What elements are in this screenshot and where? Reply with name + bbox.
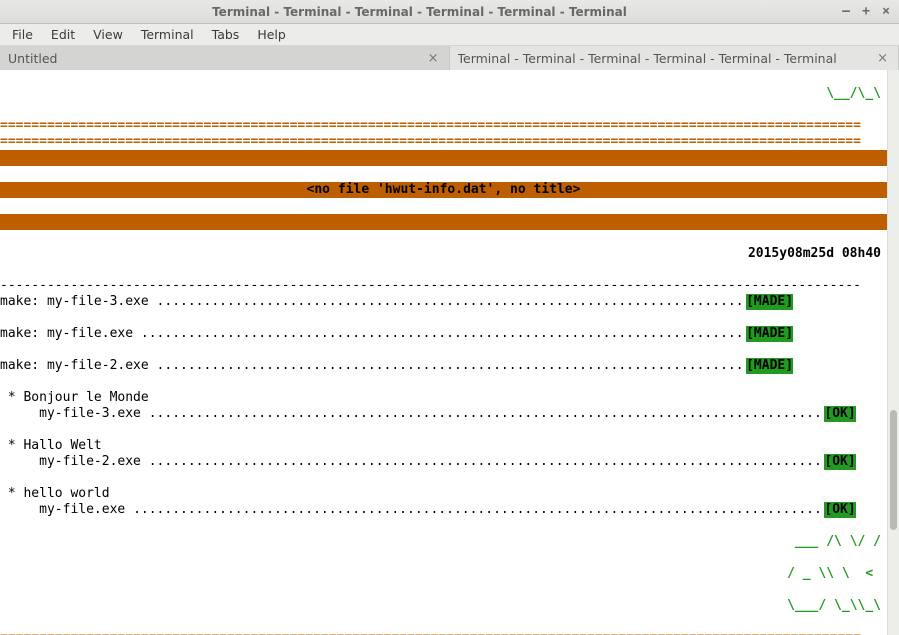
dots xyxy=(141,326,746,342)
divider: ========================================… xyxy=(0,134,861,149)
window-title: Terminal - Terminal - Terminal - Termina… xyxy=(6,5,833,19)
banner-title: <no file 'hwut-info.dat', no title> xyxy=(0,182,887,198)
dots xyxy=(149,454,825,470)
close-icon[interactable]: × xyxy=(426,51,441,66)
divider: ----------------------------------------… xyxy=(0,278,861,293)
status-badge: [MADE] xyxy=(746,326,793,342)
close-icon[interactable]: × xyxy=(875,51,890,66)
tab-untitled[interactable]: Untitled × xyxy=(0,46,450,70)
tab-terminal[interactable]: Terminal - Terminal - Terminal - Termina… xyxy=(450,46,899,70)
tab-label: Terminal - Terminal - Terminal - Termina… xyxy=(458,51,876,66)
ascii-art: \___/ \_\\_\ xyxy=(0,598,887,614)
menu-view[interactable]: View xyxy=(85,25,131,44)
test-row: my-file-3.exe [OK] xyxy=(0,406,887,422)
window-close-button[interactable]: × xyxy=(879,5,893,19)
menu-help[interactable]: Help xyxy=(249,25,294,44)
dots xyxy=(133,502,824,518)
status-badge: [OK] xyxy=(824,406,855,422)
dots xyxy=(149,406,825,422)
timestamp: 2015y08m25d 08h40 xyxy=(0,246,887,262)
window-minimize-button[interactable]: – xyxy=(839,5,853,19)
test-file: my-file.exe xyxy=(0,502,133,518)
status-badge: [OK] xyxy=(824,502,855,518)
test-title: * hello world xyxy=(0,486,110,501)
status-badge: [MADE] xyxy=(746,294,793,310)
make-row: make: my-file-3.exe [MADE] xyxy=(0,294,887,310)
terminal-output[interactable]: \__/\_\ ================================… xyxy=(0,70,887,635)
divider: ========================================… xyxy=(0,630,861,635)
test-title: * Hallo Welt xyxy=(0,438,102,453)
banner xyxy=(0,214,887,230)
scrollbar-thumb[interactable] xyxy=(890,410,897,530)
menu-terminal[interactable]: Terminal xyxy=(133,25,202,44)
status-badge: [OK] xyxy=(824,454,855,470)
test-title: * Bonjour le Monde xyxy=(0,390,149,405)
menu-edit[interactable]: Edit xyxy=(43,25,83,44)
dots xyxy=(157,358,747,374)
make-row: make: my-file.exe [MADE] xyxy=(0,326,887,342)
make-label: make: my-file-2.exe xyxy=(0,358,157,374)
test-row: my-file.exe [OK] xyxy=(0,502,887,518)
scrollbar-vertical[interactable] xyxy=(887,70,899,635)
status-badge: [MADE] xyxy=(746,358,793,374)
menu-file[interactable]: File xyxy=(4,25,41,44)
window-titlebar: Terminal - Terminal - Terminal - Termina… xyxy=(0,0,899,24)
tabbar: Untitled × Terminal - Terminal - Termina… xyxy=(0,46,899,70)
make-label: make: my-file.exe xyxy=(0,326,141,342)
ascii-art: / _ \\ \ < xyxy=(0,566,887,582)
ascii-art: \__/\_\ xyxy=(0,86,887,102)
menubar: File Edit View Terminal Tabs Help xyxy=(0,24,899,46)
banner xyxy=(0,150,887,166)
dots xyxy=(157,294,747,310)
tab-label: Untitled xyxy=(8,51,426,66)
test-file: my-file-2.exe xyxy=(0,454,149,470)
make-row: make: my-file-2.exe [MADE] xyxy=(0,358,887,374)
make-label: make: my-file-3.exe xyxy=(0,294,157,310)
test-row: my-file-2.exe [OK] xyxy=(0,454,887,470)
menu-tabs[interactable]: Tabs xyxy=(204,25,248,44)
test-file: my-file-3.exe xyxy=(0,406,149,422)
window-maximize-button[interactable]: + xyxy=(859,5,873,19)
divider: ========================================… xyxy=(0,118,861,133)
ascii-art: ___ /\ \/ / xyxy=(0,534,887,550)
